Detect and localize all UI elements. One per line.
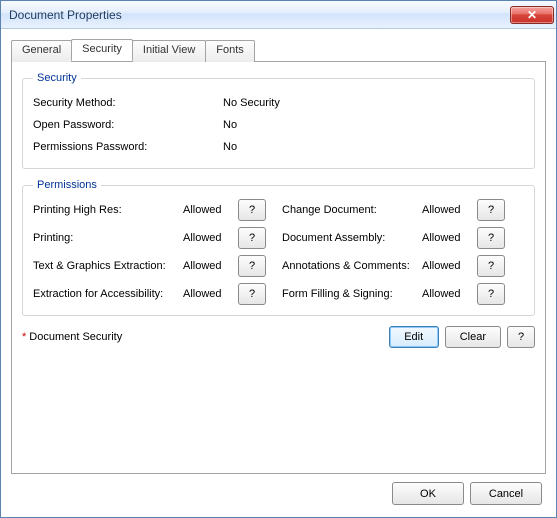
perm-change-doc-label: Change Document: [282, 204, 422, 216]
security-legend: Security [33, 72, 81, 84]
document-security-row: * Document Security Edit Clear ? [22, 326, 535, 348]
content-area: General Security Initial View Fonts Secu… [1, 29, 556, 517]
open-password-label: Open Password: [33, 119, 223, 131]
document-security-help-button[interactable]: ? [507, 326, 535, 348]
perm-accessibility-help-button[interactable]: ? [238, 283, 266, 305]
perm-change-doc-help-button[interactable]: ? [477, 199, 505, 221]
perm-doc-assembly-label: Document Assembly: [282, 232, 422, 244]
document-security-label: Document Security [29, 331, 122, 343]
perm-doc-assembly-value: Allowed [422, 232, 477, 244]
perm-annotations-label: Annotations & Comments: [282, 260, 422, 272]
required-star-icon: * [22, 331, 26, 343]
perm-printing-hires-value: Allowed [183, 204, 238, 216]
dialog-button-row: OK Cancel [11, 474, 546, 509]
perm-text-extract-help-button[interactable]: ? [238, 255, 266, 277]
perm-text-extract-label: Text & Graphics Extraction: [33, 260, 183, 272]
perm-annotations-help-button[interactable]: ? [477, 255, 505, 277]
perm-printing-hires-help-button[interactable]: ? [238, 199, 266, 221]
close-button[interactable]: ✕ [510, 6, 554, 24]
tab-panel-security: Security Security Method: No Security Op… [11, 61, 546, 474]
perm-printing-label: Printing: [33, 232, 183, 244]
cancel-button[interactable]: Cancel [470, 482, 542, 505]
window-title: Document Properties [9, 8, 510, 22]
perm-form-filling-label: Form Filling & Signing: [282, 288, 422, 300]
permissions-group: Permissions Printing High Res: Allowed ?… [22, 179, 535, 316]
permissions-password-label: Permissions Password: [33, 141, 223, 153]
permissions-password-value: No [223, 141, 237, 153]
tab-security[interactable]: Security [71, 39, 133, 61]
security-group: Security Security Method: No Security Op… [22, 72, 535, 169]
perm-annotations-value: Allowed [422, 260, 477, 272]
close-icon: ✕ [527, 8, 537, 22]
perm-printing-help-button[interactable]: ? [238, 227, 266, 249]
ok-button[interactable]: OK [392, 482, 464, 505]
perm-printing-value: Allowed [183, 232, 238, 244]
tab-strip: General Security Initial View Fonts [11, 39, 546, 61]
perm-doc-assembly-help-button[interactable]: ? [477, 227, 505, 249]
perm-accessibility-value: Allowed [183, 288, 238, 300]
perm-form-filling-help-button[interactable]: ? [477, 283, 505, 305]
tab-fonts[interactable]: Fonts [205, 40, 255, 62]
edit-button[interactable]: Edit [389, 326, 439, 348]
clear-button[interactable]: Clear [445, 326, 501, 348]
perm-change-doc-value: Allowed [422, 204, 477, 216]
permissions-legend: Permissions [33, 179, 101, 191]
perm-printing-hires-label: Printing High Res: [33, 204, 183, 216]
open-password-value: No [223, 119, 237, 131]
titlebar: Document Properties ✕ [1, 1, 556, 29]
perm-accessibility-label: Extraction for Accessibility: [33, 288, 183, 300]
document-properties-dialog: Document Properties ✕ General Security I… [0, 0, 557, 518]
security-method-label: Security Method: [33, 97, 223, 109]
perm-text-extract-value: Allowed [183, 260, 238, 272]
tab-general[interactable]: General [11, 40, 72, 62]
tab-initial-view[interactable]: Initial View [132, 40, 206, 62]
perm-form-filling-value: Allowed [422, 288, 477, 300]
security-method-value: No Security [223, 97, 280, 109]
